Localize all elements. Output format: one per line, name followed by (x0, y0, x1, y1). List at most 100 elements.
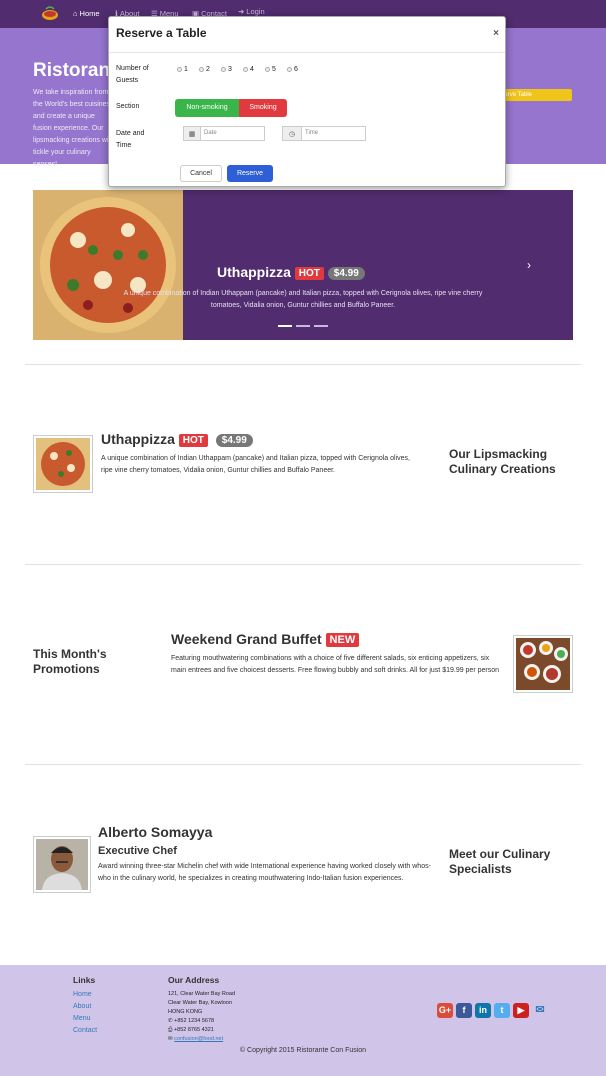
address-line: Clear Water Bay, Kowloon (168, 1000, 232, 1006)
nav-home-label: Home (79, 9, 100, 18)
nonsmoking-button[interactable]: Non-smoking (175, 99, 239, 117)
nav-home[interactable]: ⌂ Home (73, 9, 100, 18)
carousel-indicator[interactable] (278, 325, 292, 327)
footer-address-heading: Our Address (168, 975, 220, 985)
price-badge: $4.99 (327, 266, 365, 280)
reserve-button[interactable]: Reserve (227, 165, 273, 182)
dish-title-text: Uthappizza (101, 431, 175, 447)
chef-name: Alberto Somayya (98, 824, 213, 840)
dish-thumbnail (33, 435, 93, 493)
new-badge: NEW (325, 633, 360, 648)
chef-side-heading: Meet our Culinary Specialists (449, 847, 551, 876)
carousel-title: Uthappizza HOT $4.99 (217, 264, 365, 280)
envelope-icon[interactable]: ✉ (532, 1003, 548, 1018)
promotion-thumbnail (513, 635, 573, 693)
guest-option-label: 4 (250, 66, 254, 73)
guest-option-label: 5 (272, 66, 276, 73)
chef-role: Executive Chef (98, 845, 177, 857)
hot-badge: HOT (294, 266, 324, 280)
guest-option-label: 3 (228, 66, 232, 73)
guest-radio-1[interactable]: 1 (177, 66, 188, 73)
chef-photo (36, 839, 88, 890)
linkedin-icon[interactable]: in (475, 1003, 491, 1018)
buffet-image (516, 638, 570, 690)
reserve-table-modal: Reserve a Table × Number of Guests 1 2 3… (108, 16, 506, 187)
fax-line: ⎙ +852 8765 4321 (168, 1026, 214, 1035)
price-badge: $4.99 (215, 433, 253, 447)
chef-description: Award winning three-star Michelin chef w… (98, 863, 431, 882)
carousel-title-text: Uthappizza (217, 264, 291, 280)
dish-title: Uthappizza HOT $4.99 (101, 431, 253, 447)
email-line: ✉ confusion@food.net (168, 1035, 223, 1044)
modal-divider (109, 52, 505, 53)
guests-label: Number of Guests (116, 65, 149, 84)
guest-radio-6[interactable]: 6 (287, 66, 298, 73)
fax-number: +852 8765 4321 (173, 1027, 214, 1033)
date-input[interactable]: Date (201, 126, 265, 141)
carousel: Uthappizza HOT $4.99 A unique combinatio… (33, 190, 573, 340)
smoking-button[interactable]: Smoking (239, 99, 287, 117)
twitter-icon[interactable]: t (494, 1003, 510, 1018)
guest-radio-2[interactable]: 2 (199, 66, 210, 73)
youtube-icon[interactable]: ▶ (513, 1003, 529, 1018)
radio-icon (221, 67, 226, 72)
carousel-indicator[interactable] (296, 325, 310, 327)
chef-thumbnail (33, 836, 91, 893)
sign-in-icon: ➜ (238, 7, 245, 16)
modal-title: Reserve a Table (116, 26, 207, 40)
radio-icon (265, 67, 270, 72)
home-icon: ⌂ (73, 9, 78, 18)
guest-radio-5[interactable]: 5 (265, 66, 276, 73)
time-input-group: ◷ Time (282, 126, 366, 141)
fax-icon: ⎙ (168, 1027, 173, 1033)
promotion-title-text: Weekend Grand Buffet (171, 631, 322, 647)
guest-radio-4[interactable]: 4 (243, 66, 254, 73)
footer-link-menu[interactable]: Menu (73, 1015, 91, 1022)
copyright: © Copyright 2015 Ristorante Con Fusion (239, 1047, 367, 1054)
promotion-description: Featuring mouthwatering combinations wit… (171, 655, 500, 674)
divider (25, 764, 581, 765)
jumbotron-text: We take inspiration from the World's bes… (33, 89, 113, 168)
radio-icon (199, 67, 204, 72)
nav-login-label: Login (246, 7, 265, 16)
carousel-description: A unique combination of Indian Uthappam … (123, 290, 483, 309)
phone-icon: ✆ (168, 1018, 173, 1024)
email-link[interactable]: confusion@food.net (174, 1036, 223, 1042)
radio-icon (287, 67, 292, 72)
footer-link-about[interactable]: About (73, 1003, 91, 1010)
google-plus-icon[interactable]: G+ (437, 1003, 453, 1018)
footer-link-contact[interactable]: Contact (73, 1027, 97, 1034)
dish-description: A unique combination of Indian Uthappam … (101, 455, 410, 474)
date-input-group: ▦ Date (183, 126, 265, 141)
cancel-button[interactable]: Cancel (180, 165, 222, 182)
guest-radio-3[interactable]: 3 (221, 66, 232, 73)
address-line: HONG KONG (168, 1009, 203, 1015)
footer-links-heading: Links (73, 975, 96, 985)
hot-badge: HOT (178, 433, 208, 447)
datetime-label: Date and Time (116, 130, 145, 149)
logo-icon[interactable] (40, 6, 60, 22)
promotion-side-heading: This Month's Promotions (33, 647, 107, 676)
chevron-right-icon[interactable]: › (527, 258, 531, 272)
promotion-title: Weekend Grand Buffet NEW (171, 631, 360, 648)
guest-option-label: 2 (206, 66, 210, 73)
phone-line: ✆ +852 1234 5678 (168, 1017, 214, 1026)
radio-icon (243, 67, 248, 72)
uthappizza-thumb-image (36, 438, 90, 490)
guest-option-label: 1 (184, 66, 188, 73)
divider (25, 564, 581, 565)
calendar-icon: ▦ (183, 126, 201, 141)
envelope-icon: ✉ (168, 1036, 173, 1042)
clock-icon: ◷ (282, 126, 302, 141)
close-icon[interactable]: × (493, 28, 499, 39)
phone-number: +852 1234 5678 (174, 1018, 215, 1024)
section-label: Section (116, 103, 140, 110)
guest-option-label: 6 (294, 66, 298, 73)
facebook-icon[interactable]: f (456, 1003, 472, 1018)
time-input[interactable]: Time (302, 126, 366, 141)
footer-link-home[interactable]: Home (73, 991, 92, 998)
uthappizza-image (33, 190, 183, 340)
carousel-indicator[interactable] (314, 325, 328, 327)
divider (25, 364, 581, 365)
nav-login[interactable]: ➜ Login (238, 7, 265, 16)
